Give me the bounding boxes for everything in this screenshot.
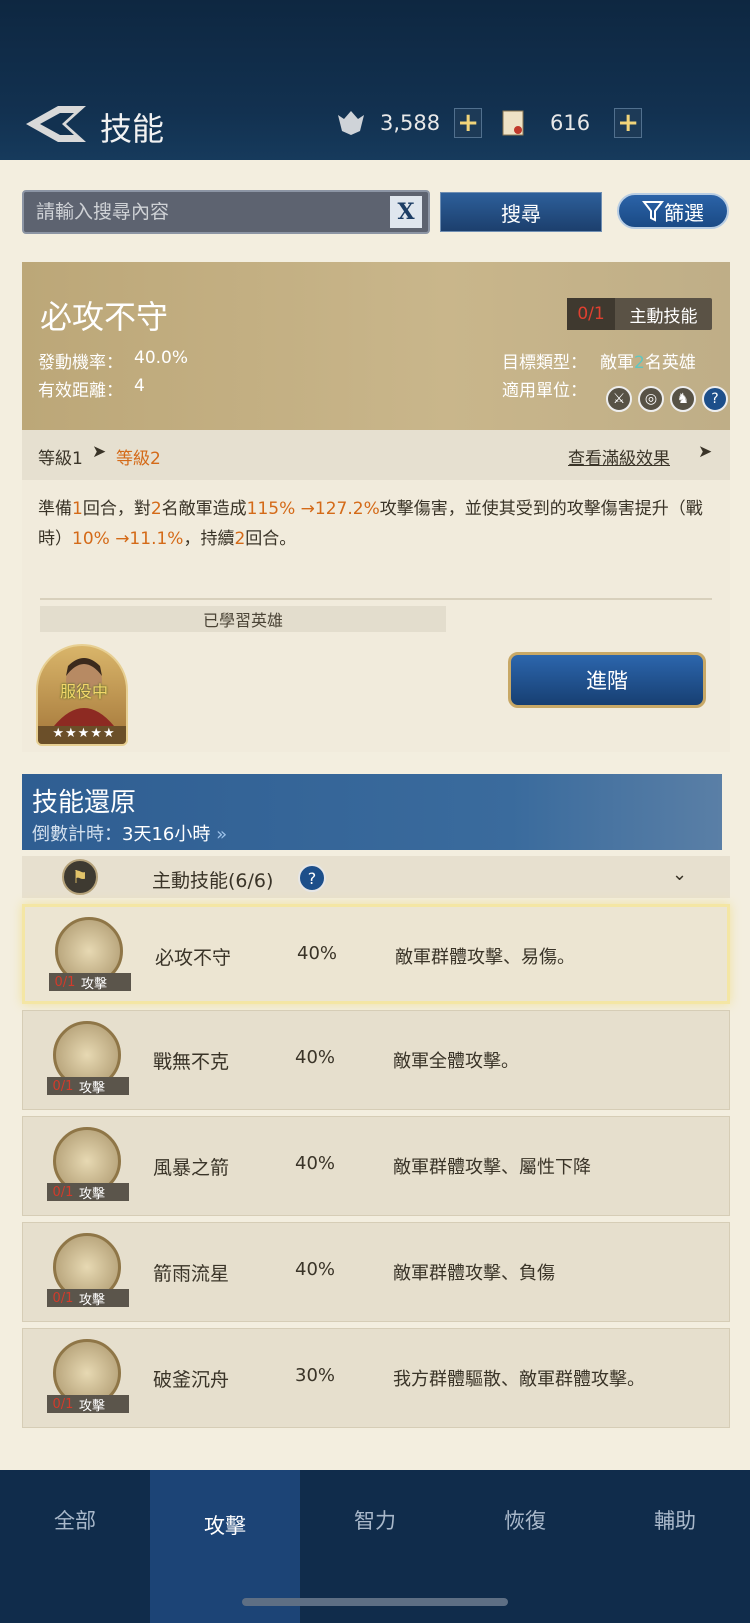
search-box: X [22, 190, 430, 234]
skill-header: 必攻不守 0/1 主動技能 發動機率： 40.0% 有效距離： 4 目標類型： … [22, 262, 730, 430]
upgrade-button[interactable]: 進階 [508, 652, 706, 708]
double-chevron-icon: » [210, 824, 228, 845]
skill-row-rate: 40% [295, 1259, 336, 1280]
category-header[interactable]: ⚑ 主動技能(6/6) ? ⌄ [22, 856, 730, 898]
skill-row-desc: 我方群體驅散、敵軍群體攻擊。 [393, 1369, 645, 1390]
tab-intelligence[interactable]: 智力 [300, 1470, 450, 1570]
arrow-right-icon: ➤ [92, 442, 107, 462]
clear-search-button[interactable]: X [390, 196, 422, 228]
skill-row-name: 箭雨流星 [153, 1263, 230, 1285]
skill-description: 準備1回合，對2名敵軍造成115% →127.2%攻擊傷害，並使其受到的攻擊傷害… [38, 499, 703, 549]
skill-detail-card: 必攻不守 0/1 主動技能 發動機率： 40.0% 有效距離： 4 目標類型： … [22, 262, 730, 752]
skill-badge: 0/1 攻擊 [47, 1077, 129, 1096]
skill-row[interactable]: 0/1 攻擊 破釜沉舟 30% 我方群體驅散、敵軍群體攻擊。 [22, 1328, 730, 1428]
scroll-value: 616 [550, 111, 591, 135]
skill-row-rate: 40% [295, 1153, 336, 1174]
filter-icon [642, 201, 664, 222]
crystal-icon [338, 111, 364, 135]
skill-row-name: 破釜沉舟 [153, 1369, 230, 1391]
skill-row-desc: 敵軍群體攻擊、負傷 [393, 1263, 555, 1284]
target-unit-icon: ◎ [638, 386, 664, 412]
skill-badge: 0/1 攻擊 [47, 1183, 129, 1202]
back-arrow-icon[interactable] [22, 102, 90, 146]
tab-support[interactable]: 輔助 [600, 1470, 750, 1570]
units-label: 適用單位： [502, 381, 587, 401]
tab-all[interactable]: 全部 [0, 1470, 150, 1570]
skill-type: 主動技能 [629, 306, 698, 327]
skill-badge: 0/1 攻擊 [47, 1289, 129, 1308]
skill-row[interactable]: 0/1 攻擊 必攻不守 40% 敵軍群體攻擊、易傷。 [22, 904, 730, 1004]
crystal-value: 3,588 [380, 111, 441, 135]
skill-badge: 0/1 攻擊 [49, 973, 131, 992]
scroll-icon [502, 110, 524, 136]
skill-row[interactable]: 0/1 攻擊 戰無不克 40% 敵軍全體攻擊。 [22, 1010, 730, 1110]
range-value: 4 [134, 376, 145, 396]
category-help-icon[interactable]: ? [298, 864, 326, 892]
chevron-right-icon: ➤ [698, 442, 713, 462]
target-value: 敵軍2名英雄 [600, 353, 696, 373]
skill-row-rate: 40% [295, 1047, 336, 1068]
rate-label: 發動機率： [38, 353, 123, 373]
skill-row-desc: 敵軍群體攻擊、易傷。 [395, 947, 575, 968]
flag-icon: ⚑ [62, 859, 98, 895]
skill-row[interactable]: 0/1 攻擊 風暴之箭 40% 敵軍群體攻擊、屬性下降 [22, 1116, 730, 1216]
reset-title: 技能還原 [32, 788, 137, 818]
hero-portrait[interactable]: 服役中 ★★★★★ [36, 644, 128, 746]
range-label: 有效距離： [38, 381, 123, 401]
level-row: 等級1 ➤ 等級2 查看滿級效果 ➤ [22, 430, 730, 480]
skill-row-rate: 30% [295, 1365, 336, 1386]
add-scroll-button[interactable]: + [614, 108, 643, 138]
skill-row[interactable]: 0/1 攻擊 箭雨流星 40% 敵軍群體攻擊、負傷 [22, 1222, 730, 1322]
hero-stars: ★★★★★ [38, 726, 126, 744]
horse-unit-icon: ♞ [670, 386, 696, 412]
search-button[interactable]: 搜尋 [440, 192, 602, 232]
target-label: 目標類型： [502, 353, 587, 373]
level-current: 等級1 [38, 449, 83, 469]
skill-reset-banner: 技能還原 倒數計時：3天16小時 » [22, 774, 722, 850]
add-crystal-button[interactable]: + [454, 108, 483, 138]
top-bar: 技能 3,588 + 616 + [0, 0, 750, 160]
page-title: 技能 [100, 110, 165, 148]
skill-badge: 0/1 攻擊 [47, 1395, 129, 1414]
resource-crystal: 3,588 + [336, 108, 483, 138]
filter-label: 篩選 [664, 200, 704, 225]
hero-status: 服役中 [59, 682, 108, 701]
level-next: 等級2 [116, 449, 161, 469]
resource-scroll: 616 + [500, 108, 643, 138]
help-icon[interactable]: ? [702, 386, 728, 412]
skill-type-tag: 0/1 主動技能 [567, 298, 712, 330]
search-input[interactable] [24, 192, 428, 232]
skill-row-name: 風暴之箭 [153, 1157, 230, 1179]
skill-row-desc: 敵軍群體攻擊、屬性下降 [393, 1157, 591, 1178]
filter-button[interactable]: 篩選 [617, 193, 729, 229]
max-effect-link[interactable]: 查看滿級效果 [568, 444, 670, 469]
divider [40, 598, 712, 600]
learned-heroes-label: 已學習英雄 [40, 606, 446, 632]
skill-row-name: 戰無不克 [153, 1051, 230, 1073]
skill-row-desc: 敵軍全體攻擊。 [393, 1051, 519, 1072]
category-label: 主動技能(6/6) [152, 870, 274, 892]
tab-recovery[interactable]: 恢復 [450, 1470, 600, 1570]
skill-uses: 0/1 [567, 298, 615, 330]
skill-name: 必攻不守 [40, 298, 169, 336]
home-indicator[interactable] [242, 1598, 508, 1606]
countdown: 倒數計時：3天16小時 » [32, 824, 228, 845]
skill-row-name: 必攻不守 [155, 947, 232, 969]
skill-row-rate: 40% [297, 943, 338, 964]
sword-unit-icon: ⚔ [606, 386, 632, 412]
collapse-chevron-icon[interactable]: ⌄ [672, 864, 687, 885]
rate-value: 40.0% [134, 348, 189, 368]
